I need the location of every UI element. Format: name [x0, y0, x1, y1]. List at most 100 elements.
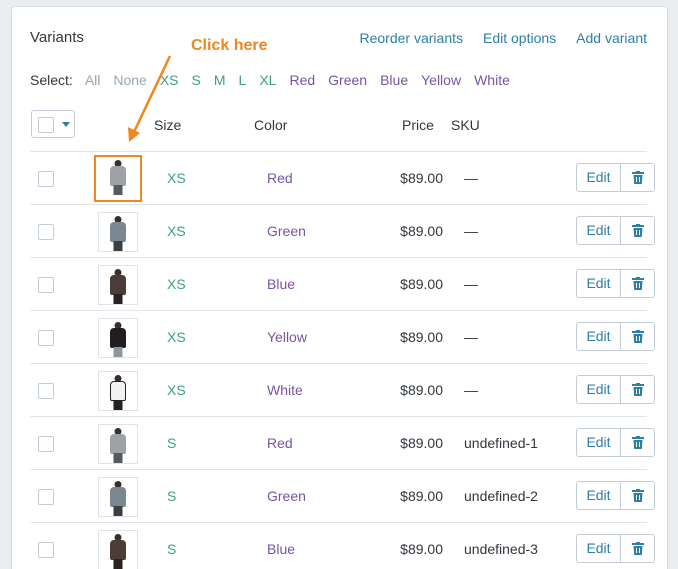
- table-row: XS Yellow $89.00 — Edit: [30, 310, 655, 363]
- variant-color: White: [267, 382, 303, 398]
- variant-image-thumbnail[interactable]: [98, 371, 138, 411]
- variant-size: S: [167, 435, 177, 451]
- reorder-variants-link[interactable]: Reorder variants: [360, 30, 464, 46]
- image-figure-legs: [113, 241, 123, 251]
- delete-button[interactable]: [620, 216, 655, 245]
- table-row: S Red $89.00 undefined-1 Edit: [30, 416, 655, 469]
- edit-button[interactable]: Edit: [576, 216, 621, 245]
- row-checkbox[interactable]: [38, 436, 54, 452]
- variant-price: $89.00: [400, 276, 443, 292]
- edit-button[interactable]: Edit: [576, 481, 621, 510]
- edit-button[interactable]: Edit: [576, 375, 621, 404]
- variant-sku: undefined-1: [464, 435, 538, 451]
- select-option-l[interactable]: L: [239, 72, 247, 90]
- edit-options-link[interactable]: Edit options: [483, 30, 556, 46]
- image-figure-body: [110, 487, 126, 507]
- variant-image-thumbnail[interactable]: [98, 265, 138, 305]
- trash-icon: [632, 436, 644, 449]
- select-all-checkbox[interactable]: [38, 117, 54, 133]
- variant-size: XS: [167, 170, 186, 186]
- select-option-all[interactable]: All: [85, 72, 101, 90]
- variant-image-thumbnail[interactable]: [94, 155, 142, 202]
- variant-size: XS: [167, 382, 186, 398]
- image-figure-body: [110, 381, 126, 401]
- variant-image-thumbnail[interactable]: [98, 212, 138, 252]
- variant-size: S: [167, 541, 177, 557]
- bulk-select-dropdown[interactable]: [31, 110, 75, 138]
- table-row: S Blue $89.00 undefined-3 Edit: [30, 522, 655, 569]
- table-row: XS White $89.00 — Edit: [30, 363, 655, 416]
- edit-button[interactable]: Edit: [576, 163, 621, 192]
- select-option-green[interactable]: Green: [328, 72, 367, 90]
- select-option-m[interactable]: M: [214, 72, 226, 90]
- variant-color: Green: [267, 223, 306, 239]
- row-checkbox[interactable]: [38, 330, 54, 346]
- variant-color: Red: [267, 435, 293, 451]
- trash-icon: [632, 383, 644, 396]
- column-header-price[interactable]: Price: [402, 117, 434, 133]
- image-figure-body: [110, 540, 126, 560]
- delete-button[interactable]: [620, 375, 655, 404]
- delete-button[interactable]: [620, 481, 655, 510]
- select-filter-row: Select: All None XS S M L XL Red Green Blue Yellow…: [30, 72, 523, 90]
- select-option-s[interactable]: S: [192, 72, 201, 90]
- delete-button[interactable]: [620, 322, 655, 351]
- image-figure-legs: [113, 506, 123, 516]
- variant-price: $89.00: [400, 541, 443, 557]
- select-option-xl[interactable]: XL: [259, 72, 276, 90]
- variants-header: Variants Reorder variants Edit options A…: [30, 29, 647, 49]
- edit-button[interactable]: Edit: [576, 269, 621, 298]
- variant-image-thumbnail[interactable]: [98, 477, 138, 517]
- variant-sku: undefined-3: [464, 541, 538, 557]
- delete-button[interactable]: [620, 428, 655, 457]
- select-option-yellow[interactable]: Yellow: [421, 72, 461, 90]
- row-checkbox[interactable]: [38, 277, 54, 293]
- edit-button[interactable]: Edit: [576, 322, 621, 351]
- image-figure-body: [110, 166, 126, 186]
- variant-color: Red: [267, 170, 293, 186]
- image-figure-legs: [113, 453, 123, 463]
- delete-button[interactable]: [620, 163, 655, 192]
- delete-button[interactable]: [620, 534, 655, 563]
- edit-button[interactable]: Edit: [576, 428, 621, 457]
- row-checkbox[interactable]: [38, 489, 54, 505]
- edit-button[interactable]: Edit: [576, 534, 621, 563]
- variant-price: $89.00: [400, 488, 443, 504]
- variant-size: XS: [167, 223, 186, 239]
- delete-button[interactable]: [620, 269, 655, 298]
- variant-price: $89.00: [400, 382, 443, 398]
- image-figure-body: [110, 275, 126, 295]
- column-header-size[interactable]: Size: [154, 117, 181, 133]
- image-figure-body: [110, 328, 126, 348]
- variant-image-thumbnail[interactable]: [98, 318, 138, 358]
- variants-card: Variants Reorder variants Edit options A…: [12, 7, 667, 569]
- trash-icon: [632, 542, 644, 555]
- trash-icon: [632, 224, 644, 237]
- variant-image-thumbnail[interactable]: [98, 424, 138, 464]
- variant-sku: —: [464, 382, 478, 398]
- variant-color: Blue: [267, 541, 296, 557]
- section-title: Variants: [30, 29, 84, 46]
- add-variant-link[interactable]: Add variant: [576, 30, 647, 46]
- row-checkbox[interactable]: [38, 171, 54, 187]
- variant-sku: —: [464, 170, 478, 186]
- variant-size: XS: [167, 329, 186, 345]
- row-checkbox[interactable]: [38, 383, 54, 399]
- caret-down-icon[interactable]: [62, 122, 70, 127]
- image-figure-legs: [113, 185, 123, 195]
- row-checkbox[interactable]: [38, 542, 54, 558]
- trash-icon: [632, 489, 644, 502]
- variant-image-thumbnail[interactable]: [98, 530, 138, 569]
- select-option-red[interactable]: Red: [289, 72, 315, 90]
- select-option-xs[interactable]: XS: [160, 72, 179, 90]
- select-option-blue[interactable]: Blue: [380, 72, 408, 90]
- row-checkbox[interactable]: [38, 224, 54, 240]
- select-label: Select:: [30, 72, 73, 88]
- select-option-white[interactable]: White: [474, 72, 510, 90]
- column-header-sku[interactable]: SKU: [451, 117, 480, 133]
- variant-sku: undefined-2: [464, 488, 538, 504]
- variant-size: XS: [167, 276, 186, 292]
- column-header-color[interactable]: Color: [254, 117, 287, 133]
- select-option-none[interactable]: None: [113, 72, 146, 90]
- table-row: XS Green $89.00 — Edit: [30, 204, 655, 257]
